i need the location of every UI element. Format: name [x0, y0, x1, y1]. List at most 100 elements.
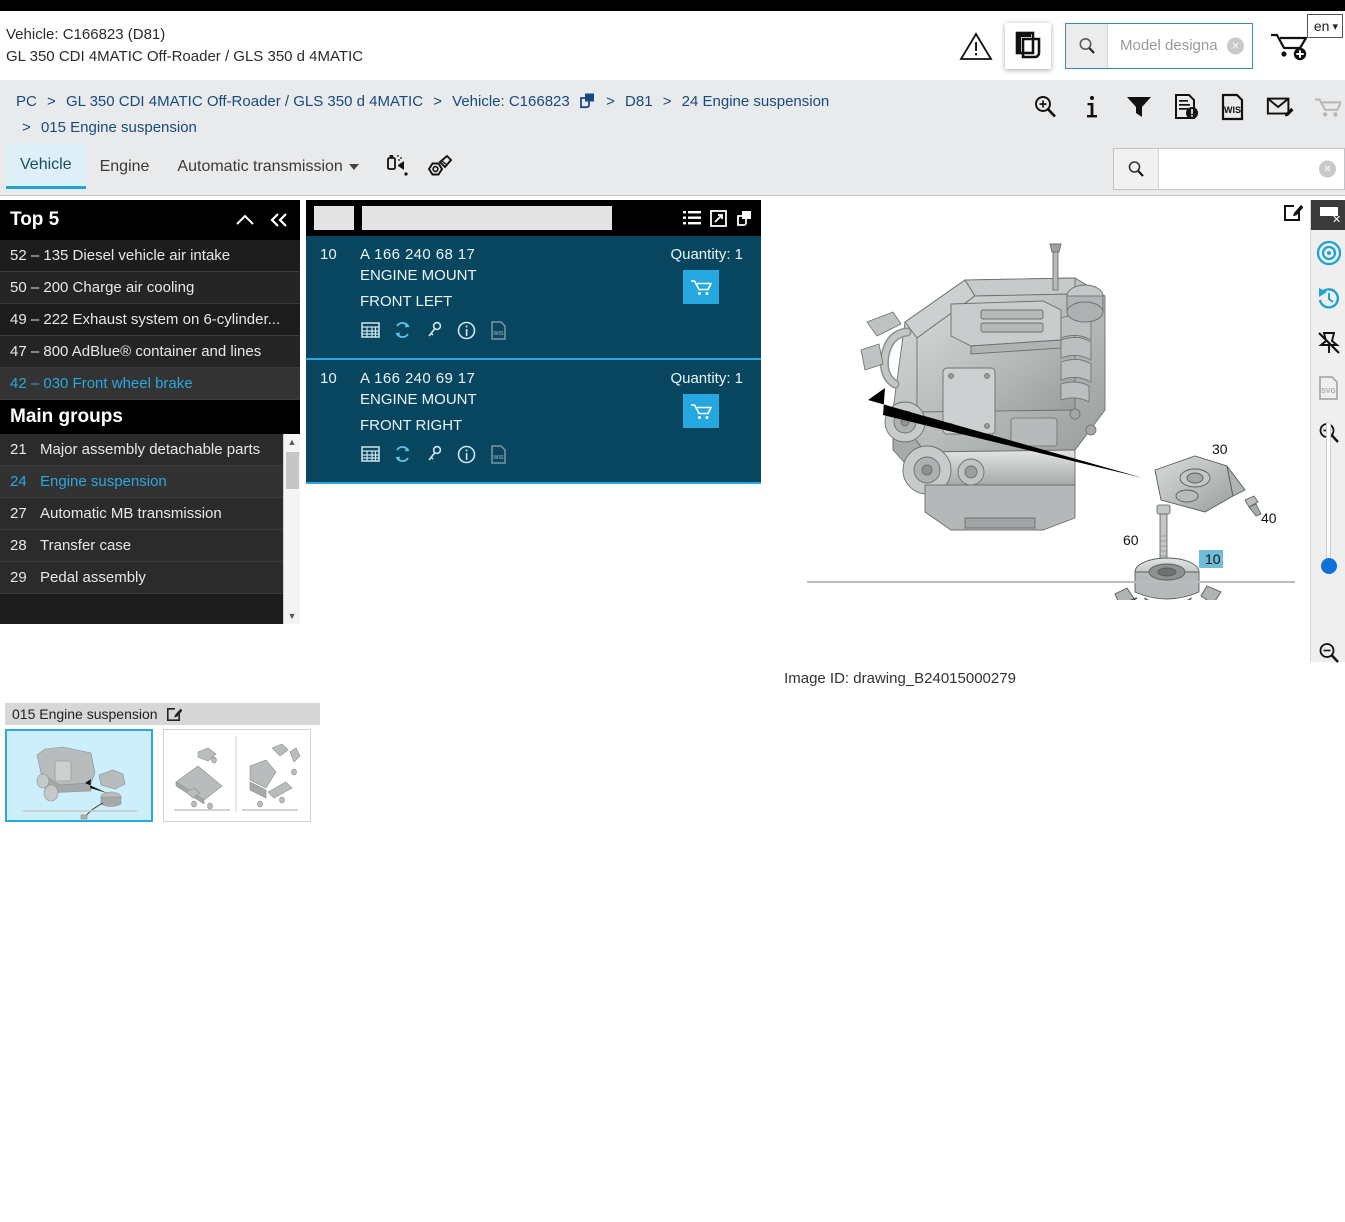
main-groups-scroll-area: 21 Major assembly detachable parts 24 En… [0, 434, 300, 624]
main-group-item-29[interactable]: 29 Pedal assembly [0, 562, 283, 594]
zoom-in-icon[interactable] [1031, 92, 1059, 122]
info-icon[interactable] [1078, 92, 1106, 122]
part-card-0[interactable]: 10 A 166 240 68 17 ENGINE MOUNT FRONT LE… [306, 236, 761, 360]
breadcrumb-item-4[interactable]: 24 Engine suspension [682, 93, 830, 110]
breadcrumb: PC > GL 350 CDI 4MATIC Off-Roader / GLS … [16, 89, 996, 141]
tab-vehicle-label: Vehicle [20, 156, 72, 173]
thumbnail-item-1[interactable] [163, 729, 311, 822]
breadcrumb-item-5[interactable]: 015 Engine suspension [41, 119, 197, 136]
warning-triangle-icon[interactable] [959, 29, 993, 63]
breadcrumb-item-0[interactable]: PC [16, 93, 37, 110]
edit-pencil-icon[interactable] [1283, 202, 1305, 224]
top5-item-2-label: 49 – 222 Exhaust system on 6-cylinder... [10, 311, 281, 328]
top5-item-3[interactable]: 47 – 800 AdBlue® container and lines [0, 336, 300, 368]
main-group-item-24[interactable]: 24 Engine suspension [0, 466, 283, 498]
main-group-item-21[interactable]: 21 Major assembly detachable parts [0, 434, 283, 466]
model-search-box[interactable]: Model designa × [1065, 22, 1253, 69]
part-card-1[interactable]: 10 A 166 240 69 17 ENGINE MOUNT FRONT RI… [306, 360, 761, 484]
wis-document-icon[interactable]: WIS [488, 444, 508, 464]
table-icon[interactable] [360, 320, 380, 340]
refresh-icon[interactable] [392, 444, 412, 464]
part-card-1-quantity: Quantity: 1 [670, 370, 743, 387]
technical-drawing[interactable]: 30 40 60 10 [775, 200, 1320, 600]
cart-icon[interactable] [1313, 92, 1341, 122]
tab-vehicle[interactable]: Vehicle [6, 144, 86, 189]
top5-item-1[interactable]: 50 – 200 Charge air cooling [0, 272, 300, 304]
filter-icon[interactable] [1125, 92, 1153, 122]
list-view-icon[interactable] [683, 210, 701, 226]
zoom-slider-handle[interactable] [1321, 558, 1337, 574]
wis-icon[interactable]: WIS [1219, 92, 1247, 122]
tab-engine-label: Engine [99, 157, 150, 175]
top5-item-4-label: 42 – 030 Front wheel brake [10, 375, 193, 392]
main-group-28-label: Transfer case [40, 537, 132, 554]
history-undo-icon[interactable] [1311, 275, 1345, 320]
refresh-icon[interactable] [392, 320, 412, 340]
top5-item-4[interactable]: 42 – 030 Front wheel brake [0, 368, 300, 400]
part-card-1-actions: WIS [360, 444, 747, 464]
bolt-nut-icon[interactable] [423, 152, 453, 182]
key-icon[interactable] [424, 320, 444, 340]
triangle-down-icon[interactable]: ▼ [288, 608, 297, 624]
clear-search-icon[interactable]: × [1319, 160, 1336, 178]
clear-search-icon[interactable]: × [1227, 37, 1244, 54]
top5-header: Top 5 [0, 200, 300, 240]
parts-list-header [306, 200, 761, 236]
part-card-0-number: A 166 240 68 17 [360, 246, 476, 263]
parts-header-field-small[interactable] [314, 206, 354, 230]
wis-document-icon[interactable]: WIS [488, 320, 508, 340]
copy-documents-icon[interactable] [1005, 22, 1051, 69]
model-search-input[interactable]: Model designa × [1108, 24, 1252, 68]
cart-add-icon[interactable] [1269, 28, 1311, 64]
paint-spray-icon[interactable] [383, 152, 413, 182]
thumbnail-strip-header: 015 Engine suspension [5, 703, 320, 725]
expand-icon[interactable] [710, 209, 727, 227]
main-group-21-num: 21 [10, 441, 27, 458]
mail-edit-icon[interactable] [1266, 92, 1294, 122]
key-icon[interactable] [424, 444, 444, 464]
search-icon[interactable] [1066, 23, 1108, 68]
main-groups-scrollbar[interactable]: ▲ ▼ [283, 434, 300, 624]
edit-pencil-icon[interactable] [166, 706, 182, 722]
chevron-up-icon[interactable] [234, 213, 256, 227]
drawing-toolbar: ✕ SVG [1310, 200, 1345, 663]
top5-item-0[interactable]: 52 – 135 Diesel vehicle air intake [0, 240, 300, 272]
search-icon[interactable] [1114, 149, 1159, 189]
vehicle-model-line: GL 350 CDI 4MATIC Off-Roader / GLS 350 d… [6, 48, 364, 65]
top5-item-3-label: 47 – 800 AdBlue® container and lines [10, 343, 262, 360]
part-search-box[interactable]: × [1113, 148, 1345, 190]
breadcrumb-item-1[interactable]: GL 350 CDI 4MATIC Off-Roader / GLS 350 d… [66, 93, 423, 110]
main-group-item-27[interactable]: 27 Automatic MB transmission [0, 498, 283, 530]
language-value: en [1313, 18, 1330, 34]
tab-automatic-transmission[interactable]: Automatic transmission [163, 144, 372, 189]
main-group-item-28[interactable]: 28 Transfer case [0, 530, 283, 562]
info-circle-icon[interactable] [456, 320, 476, 340]
zoom-slider-track[interactable] [1326, 422, 1331, 572]
top5-item-2[interactable]: 49 – 222 Exhaust system on 6-cylinder... [0, 304, 300, 336]
document-alert-icon[interactable] [1172, 92, 1200, 122]
triangle-up-icon[interactable]: ▲ [288, 434, 297, 450]
duplicate-icon[interactable] [736, 210, 753, 227]
svg-text:✕: ✕ [1332, 214, 1340, 225]
breadcrumb-item-2[interactable]: Vehicle: C166823 [452, 93, 570, 110]
target-icon[interactable] [1311, 230, 1345, 275]
part-card-0-position: 10 [320, 246, 337, 263]
parts-header-field-large[interactable] [362, 206, 612, 230]
thumbnail-item-0[interactable] [5, 729, 153, 822]
close-window-icon[interactable]: ✕ [1311, 200, 1345, 230]
breadcrumb-copy-icon[interactable] [579, 92, 596, 109]
scrollbar-thumb[interactable] [286, 452, 299, 489]
unpin-icon[interactable] [1311, 320, 1345, 365]
table-icon[interactable] [360, 444, 380, 464]
double-chevron-left-icon[interactable] [268, 212, 290, 228]
language-selector[interactable]: en ▾ [1306, 14, 1343, 38]
top5-item-1-label: 50 – 200 Charge air cooling [10, 279, 195, 296]
part-card-1-add-to-cart-button[interactable] [683, 394, 719, 428]
svg-icon[interactable]: SVG [1311, 365, 1345, 410]
part-search-input[interactable]: × [1159, 149, 1344, 189]
tab-engine[interactable]: Engine [86, 144, 164, 189]
part-card-0-add-to-cart-button[interactable] [683, 270, 719, 304]
info-circle-icon[interactable] [456, 444, 476, 464]
breadcrumb-item-3[interactable]: D81 [625, 93, 653, 110]
zoom-out-icon[interactable] [1311, 630, 1345, 675]
